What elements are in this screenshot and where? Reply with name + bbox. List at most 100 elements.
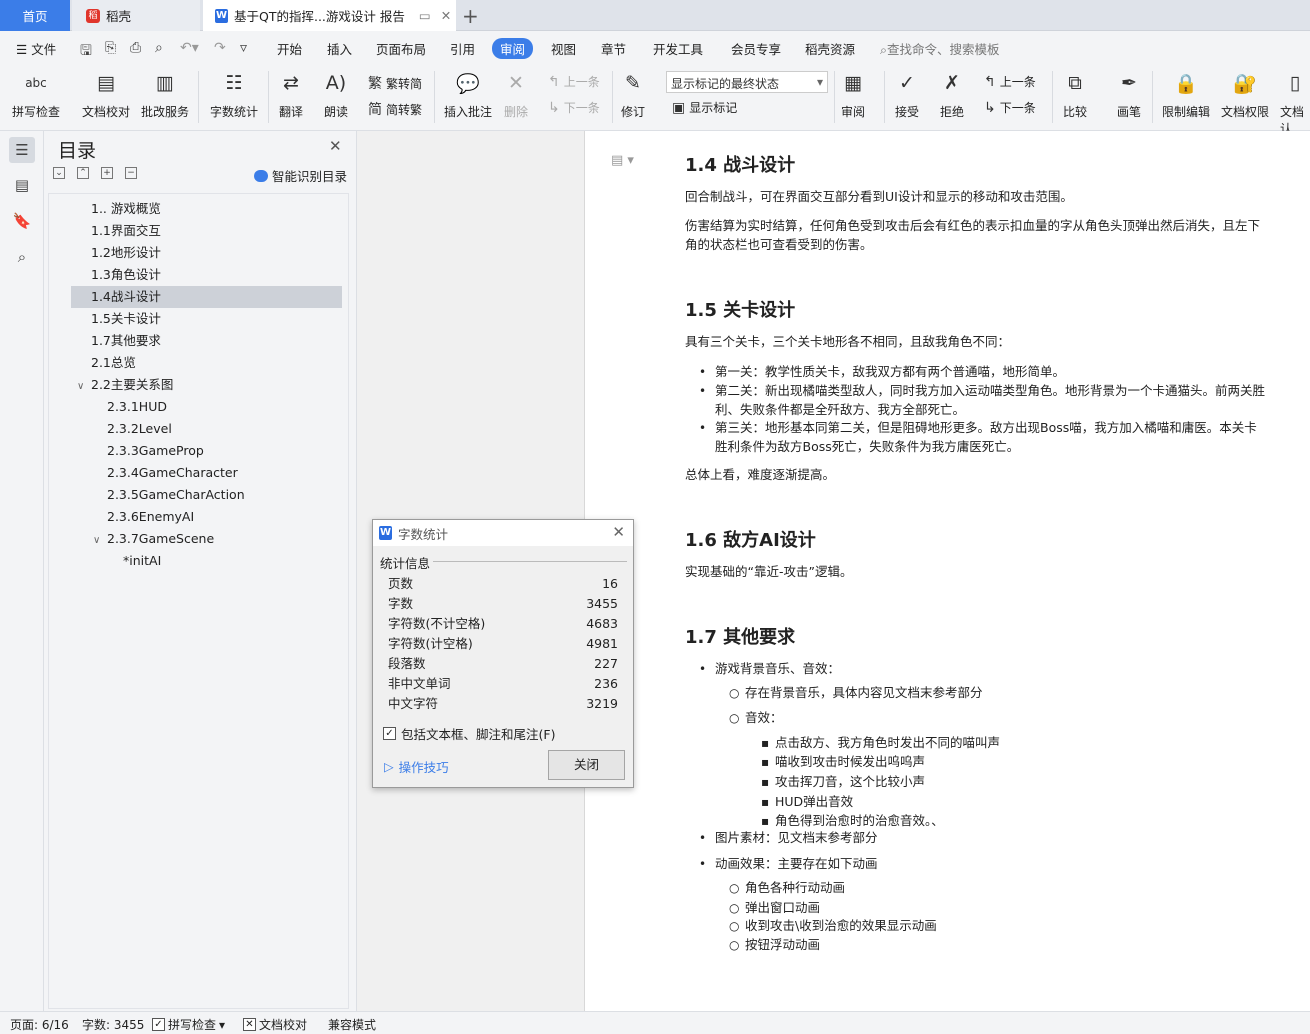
revise-label: 修订: [620, 105, 645, 119]
translate-button[interactable]: ⇄ 翻译: [278, 69, 304, 120]
compare-button[interactable]: ⧉ 比较: [1062, 69, 1088, 120]
bookmark-icon[interactable]: 🔖: [9, 208, 35, 234]
show-marks-button[interactable]: ▣ 显示标记: [672, 99, 737, 116]
toc-item[interactable]: ∨ 2.2主要关系图: [77, 374, 173, 396]
doc-auth-button[interactable]: ▯ 文档认: [1280, 69, 1310, 137]
save-icon[interactable]: 🖫: [80, 40, 92, 64]
toc-item[interactable]: 1.. 游戏概览: [91, 198, 161, 220]
sections-icon[interactable]: ▤: [9, 172, 35, 198]
collapse-all-icon[interactable]: ⌄: [53, 167, 65, 179]
menu-daoke-res[interactable]: 稻壳资源: [805, 39, 855, 58]
to-traditional-button[interactable]: 繁繁转简: [368, 73, 422, 93]
tab-document[interactable]: W 基于QT的指挥...游戏设计 报告 ▭ ✕: [203, 0, 456, 31]
file-menu[interactable]: ☰ 文件: [16, 39, 56, 58]
accept-button[interactable]: ✓ 接受: [894, 69, 920, 120]
paragraph-marker-icon[interactable]: ▤ ▾: [611, 153, 634, 168]
menu-view[interactable]: 视图: [551, 39, 576, 58]
menu-member[interactable]: 会员专享: [731, 39, 781, 58]
toc-item[interactable]: *initAI: [123, 550, 161, 572]
close-button[interactable]: 关闭: [548, 750, 625, 780]
revise-button[interactable]: ✎ 修订: [620, 69, 646, 120]
menu-review[interactable]: 审阅: [492, 38, 534, 59]
paragraph: 伤害结算为实时结算，任何角色受到攻击后会有红色的表示扣血量的字从角色头顶弹出然后…: [685, 218, 1261, 252]
read-aloud-button[interactable]: A) 朗读: [323, 69, 349, 120]
menu-devtools[interactable]: 开发工具: [653, 39, 703, 58]
menu-reference[interactable]: 引用: [450, 39, 475, 58]
stat-value: 227: [594, 656, 618, 671]
tab-home[interactable]: 首页: [0, 0, 70, 31]
page-indicator[interactable]: 页面: 6/16: [10, 1016, 69, 1033]
print-icon[interactable]: ⎙: [130, 40, 141, 56]
tips-link[interactable]: ▷ 操作技巧: [384, 757, 449, 776]
ribbon-separator: [198, 71, 199, 123]
menu-start[interactable]: 开始: [277, 39, 302, 58]
revise-service-button[interactable]: ▥ 批改服务: [141, 69, 189, 120]
toc-item[interactable]: 1.2地形设计: [91, 242, 161, 264]
include-footnotes-checkbox[interactable]: ✓ 包括文本框、脚注和尾注(F): [383, 724, 555, 743]
to-simplified-button[interactable]: 简简转繁: [368, 99, 422, 119]
restrict-edit-button[interactable]: 🔒 限制编辑: [1162, 69, 1210, 120]
command-search[interactable]: ⌕查找命令、搜索模板: [880, 39, 1000, 58]
proofread-button[interactable]: ▤ 文档校对: [82, 69, 130, 120]
menu-chapter[interactable]: 章节: [601, 39, 626, 58]
remove-heading-icon[interactable]: −: [125, 167, 137, 179]
toc-item[interactable]: 2.3.1HUD: [107, 396, 167, 418]
mark-state-select[interactable]: 显示标记的最终状态 ▾: [666, 71, 828, 93]
toc-item[interactable]: ∨ 2.3.7GameScene: [93, 528, 214, 550]
menu-insert[interactable]: 插入: [327, 39, 352, 58]
toc-panel-icon[interactable]: ☰: [9, 137, 35, 163]
proofread-status[interactable]: ✕ 文档校对: [243, 1016, 307, 1033]
prev-comment-button[interactable]: ↰ 上一条: [548, 73, 600, 90]
spell-check-button[interactable]: abc 拼写检查: [12, 69, 60, 120]
add-heading-icon[interactable]: +: [101, 167, 113, 179]
tab-daoke[interactable]: 稻稻壳: [72, 0, 200, 31]
dialog-title: 字数统计: [398, 526, 449, 542]
close-icon[interactable]: ✕: [329, 137, 342, 155]
tab-pin-icon[interactable]: ▭: [419, 8, 431, 23]
toc-item-label: 2.2主要关系图: [91, 377, 174, 392]
word-count-indicator[interactable]: 字数: 3455: [82, 1016, 144, 1033]
toc-item[interactable]: 1.3角色设计: [91, 264, 161, 286]
expand-all-icon[interactable]: ⌃: [77, 167, 89, 179]
toc-item[interactable]: 2.3.6EnemyAI: [107, 506, 194, 528]
doc-rights-button[interactable]: 🔐 文档权限: [1221, 69, 1269, 120]
close-icon[interactable]: ✕: [612, 523, 625, 541]
prev-change-button[interactable]: ↰ 上一条: [984, 73, 1036, 90]
toc-item[interactable]: 2.3.5GameCharAction: [107, 484, 245, 506]
dialog-titlebar[interactable]: W 字数统计: [373, 520, 633, 546]
stat-row: 字符数(计空格) 4981: [388, 634, 618, 654]
list-item: 游戏背景音乐、音效：: [715, 661, 841, 676]
toc-item[interactable]: 2.1总览: [91, 352, 136, 374]
more-icon[interactable]: ▿: [240, 40, 247, 56]
toc-item[interactable]: 2.3.3GameProp: [107, 440, 204, 462]
word-count-button[interactable]: ☷ 字数统计: [210, 69, 258, 120]
tab-close-icon[interactable]: ✕: [441, 8, 451, 23]
pen-button[interactable]: ✒ 画笔: [1116, 69, 1142, 120]
search-icon[interactable]: ⌕: [9, 244, 35, 270]
toc-item[interactable]: 1.1界面交互: [91, 220, 161, 242]
export-icon[interactable]: ⎘: [105, 40, 116, 56]
redo-icon[interactable]: ↷: [214, 40, 226, 56]
toc-item-selected[interactable]: 1.4战斗设计: [71, 286, 342, 308]
chevron-down-icon[interactable]: ∨: [77, 376, 91, 398]
chevron-down-icon[interactable]: ∨: [93, 530, 107, 552]
toc-item[interactable]: 1.5关卡设计: [91, 308, 161, 330]
toc-item[interactable]: 2.3.4GameCharacter: [107, 462, 238, 484]
menu-bar: ☰ 文件 🖫 ⎘ ⎙ ⌕ ↶▾ ↷ ▿ 开始 插入 页面布局 引用 审阅 视图 …: [0, 31, 1310, 63]
delete-comment-button[interactable]: ✕ 删除: [503, 69, 529, 120]
smart-toc-button[interactable]: 智能识别目录: [254, 166, 347, 185]
toc-item[interactable]: 2.3.2Level: [107, 418, 172, 440]
undo-icon[interactable]: ↶▾: [180, 40, 199, 56]
next-comment-button[interactable]: ↳ 下一条: [548, 99, 600, 116]
new-tab-icon[interactable]: +: [462, 4, 479, 28]
document-page[interactable]: ▤ ▾ 1.4 战斗设计 回合制战斗，可在界面交互部分看到UI设计和显示的移动和…: [584, 131, 1310, 1011]
reject-button[interactable]: ✗ 拒绝: [939, 69, 965, 120]
review-pane-button[interactable]: ▦ 审阅: [840, 69, 866, 120]
insert-comment-button[interactable]: 💬 插入批注: [444, 69, 492, 120]
toc-item[interactable]: 1.7其他要求: [91, 330, 161, 352]
preview-icon[interactable]: ⌕: [155, 40, 163, 56]
insert-comment-label: 插入批注: [444, 105, 493, 119]
spell-check-status[interactable]: ✓ 拼写检查 ▾: [152, 1016, 225, 1033]
next-change-button[interactable]: ↳ 下一条: [984, 99, 1036, 116]
menu-layout[interactable]: 页面布局: [376, 39, 426, 58]
